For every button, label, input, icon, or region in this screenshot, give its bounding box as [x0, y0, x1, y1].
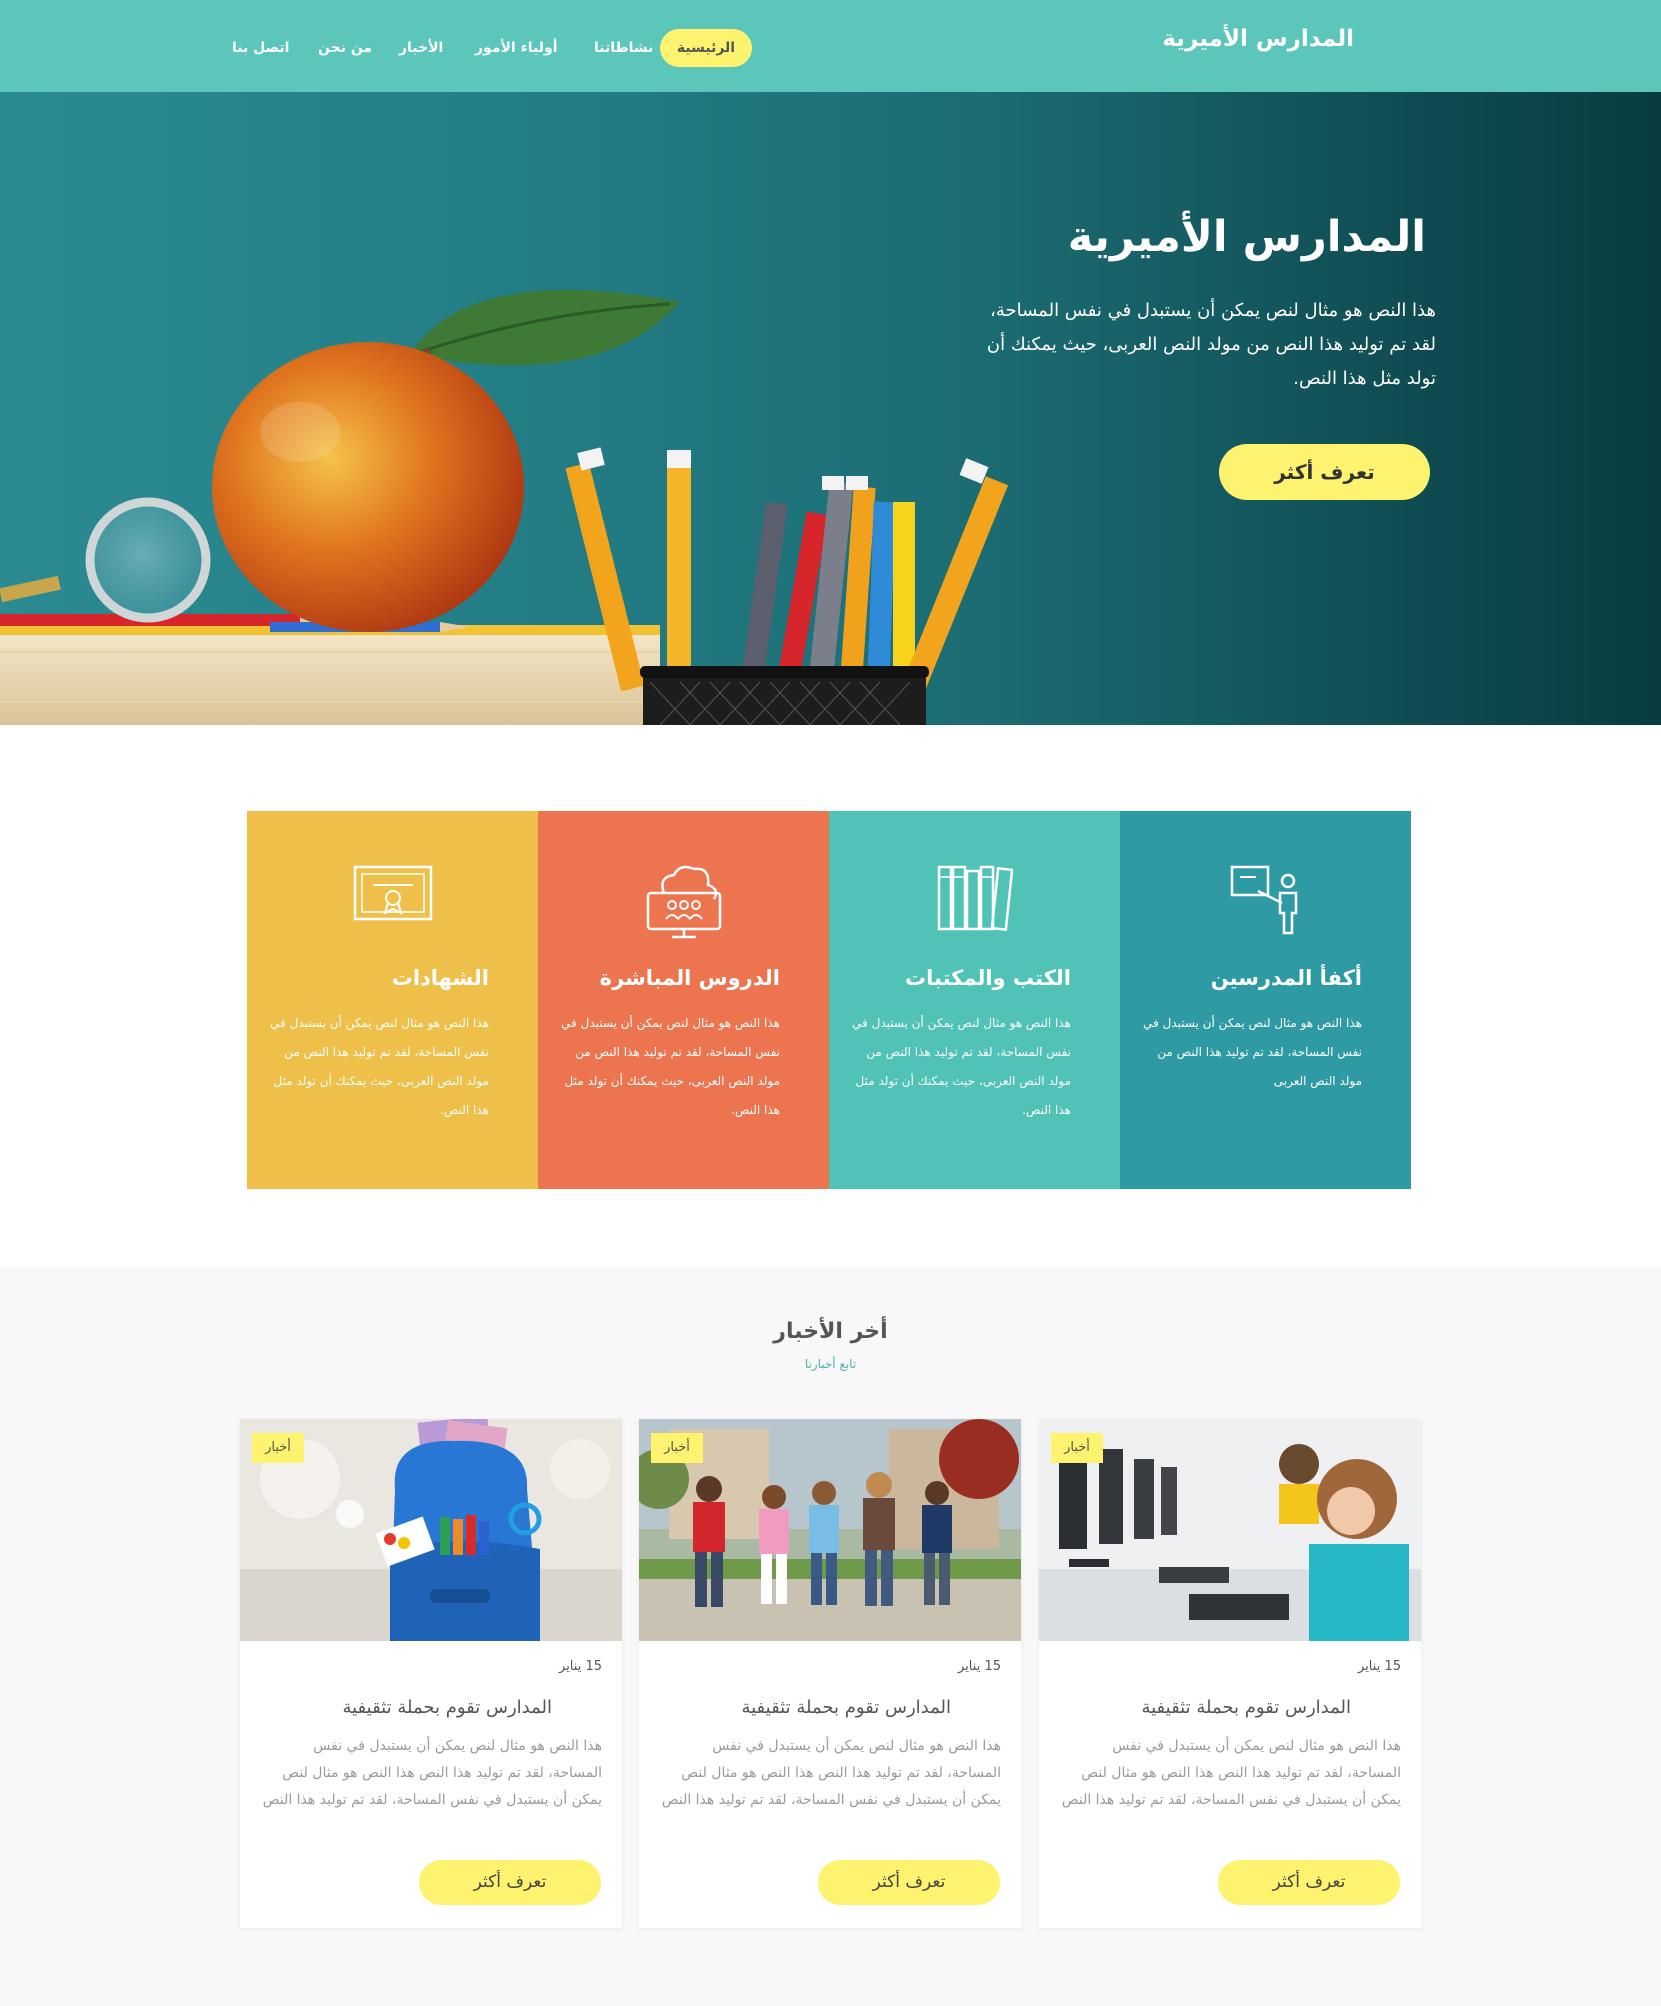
news-date: 15 يناير	[958, 1659, 1001, 1674]
nav-activities[interactable]: نشاطاتنا	[594, 29, 653, 67]
news-card[interactable]: أخبار 15 يناير المدارس تقوم بحملة تثقيفي…	[1039, 1419, 1421, 1928]
feature-text: هذا النص هو مثال لنص يمكن أن يستبدل في ن…	[270, 1016, 489, 1117]
news-learn-more-button[interactable]: تعرف أكثر	[818, 1860, 1000, 1905]
cloud-classroom-icon	[646, 865, 721, 939]
feature-card-teachers[interactable]: أكفأ المدرسين هذا النص هو مثال لنص يمكن …	[1120, 811, 1411, 1189]
news-tag: أخبار	[252, 1433, 304, 1463]
feature-card-books[interactable]: الكتب والمكتبات هذا النص هو مثال لنص يمك…	[829, 811, 1120, 1189]
news-excerpt: هذا النص هو مثال لنص يمكن أن يستبدل في ن…	[1061, 1738, 1401, 1808]
books-icon	[937, 865, 1013, 931]
feature-title: أكفأ المدرسين	[1210, 966, 1362, 990]
section-subtitle: تابع أخبارنا	[804, 1357, 857, 1371]
main-nav: اتصل بنا من نحن الأخبار أولياء الأمور نش…	[232, 29, 762, 67]
hero-description: هذا النص هو مثال لنص يمكن أن يستبدل في ن…	[986, 300, 1436, 389]
certificate-icon	[353, 865, 432, 921]
nav-parents[interactable]: أولياء الأمور	[475, 29, 558, 67]
section-title: أخر الأخبار	[773, 1319, 888, 1344]
news-section: أخر الأخبار تابع أخبارنا أخبار 15 يناير …	[0, 1267, 1661, 2006]
news-date: 15 يناير	[559, 1659, 602, 1674]
feature-text: هذا النص هو مثال لنص يمكن أن يستبدل في ن…	[1143, 1016, 1362, 1088]
feature-card-certificates[interactable]: الشهادات هذا النص هو مثال لنص يمكن أن يس…	[247, 811, 538, 1189]
nav-news[interactable]: الأخبار	[399, 29, 443, 67]
site-logo[interactable]: المدارس الأميرية	[1162, 26, 1354, 52]
news-tag: أخبار	[651, 1433, 703, 1463]
teacher-icon	[1230, 865, 1297, 935]
feature-text: هذا النص هو مثال لنص يمكن أن يستبدل في ن…	[852, 1016, 1071, 1117]
feature-title: الكتب والمكتبات	[905, 966, 1071, 990]
news-learn-more-button[interactable]: تعرف أكثر	[1218, 1860, 1400, 1905]
feature-text: هذا النص هو مثال لنص يمكن أن يستبدل في ن…	[561, 1016, 780, 1117]
nav-home[interactable]: الرئيسية	[660, 29, 752, 67]
news-learn-more-button[interactable]: تعرف أكثر	[419, 1860, 601, 1905]
feature-title: الدروس المباشرة	[599, 966, 780, 990]
news-title[interactable]: المدارس تقوم بحملة تثقيفية	[342, 1697, 552, 1718]
hero-banner: المدارس الأميرية هذا النص هو مثال لنص يم…	[0, 92, 1661, 725]
news-card[interactable]: أخبار 15 يناير المدارس تقوم بحملة تثقيفي…	[240, 1419, 622, 1928]
hero-title: المدارس الأميرية	[1067, 212, 1426, 262]
news-excerpt: هذا النص هو مثال لنص يمكن أن يستبدل في ن…	[262, 1738, 602, 1808]
news-title[interactable]: المدارس تقوم بحملة تثقيفية	[1141, 1697, 1351, 1718]
nav-contact[interactable]: اتصل بنا	[232, 29, 289, 67]
features-section: الشهادات هذا النص هو مثال لنص يمكن أن يس…	[247, 811, 1411, 1189]
news-card[interactable]: أخبار 15 يناير المدارس تقوم بحملة تثقيفي…	[639, 1419, 1021, 1928]
nav-about[interactable]: من نحن	[318, 29, 372, 67]
news-title[interactable]: المدارس تقوم بحملة تثقيفية	[741, 1697, 951, 1718]
feature-card-live-lessons[interactable]: الدروس المباشرة هذا النص هو مثال لنص يمك…	[538, 811, 829, 1189]
hero-learn-more-button[interactable]: تعرف أكثر	[1219, 444, 1430, 500]
news-excerpt: هذا النص هو مثال لنص يمكن أن يستبدل في ن…	[661, 1738, 1001, 1808]
hero-illustration	[0, 289, 1009, 725]
feature-title: الشهادات	[391, 966, 489, 990]
top-navbar: المدارس الأميرية اتصل بنا من نحن الأخبار…	[0, 0, 1661, 92]
news-date: 15 يناير	[1358, 1659, 1401, 1674]
news-tag: أخبار	[1051, 1433, 1103, 1463]
